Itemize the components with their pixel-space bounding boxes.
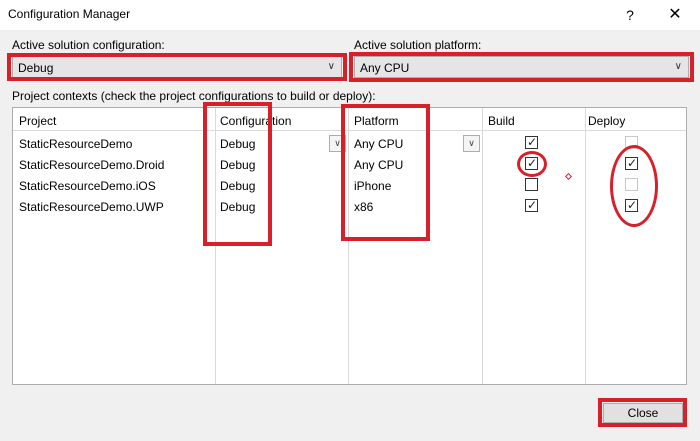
column-header-build[interactable]: Build [488,114,515,128]
table-row-project: StaticResourceDemo.iOS [19,179,156,193]
window-title: Configuration Manager [8,7,131,21]
table-row-project: StaticResourceDemo.UWP [19,200,164,214]
solution-platform-label: Active solution platform: [354,38,482,52]
column-header-project[interactable]: Project [19,114,56,128]
title-bar: Configuration Manager ? ✕ [0,0,700,30]
highlight-solution-config [7,53,347,81]
build-checkbox[interactable]: ✓ [525,198,538,212]
column-divider [585,108,586,384]
highlight-solution-platform [349,52,694,82]
table-row-project: StaticResourceDemo.Droid [19,158,165,172]
highlight-deploy-column [610,145,658,227]
column-divider [482,108,483,384]
highlight-configuration-column [203,102,272,246]
solution-config-label: Active solution configuration: [12,38,165,52]
build-checkbox[interactable]: ✓ [525,135,538,149]
highlight-platform-column [341,104,430,241]
help-button[interactable]: ? [615,3,645,27]
checkmark-icon: ✓ [527,198,538,212]
highlight-close-button [598,398,687,427]
column-header-deploy[interactable]: Deploy [588,114,625,128]
project-contexts-label: Project contexts (check the project conf… [12,89,376,103]
build-checkbox[interactable] [525,178,538,191]
table-row-project: StaticResourceDemo [19,137,133,151]
close-window-button[interactable]: ✕ [660,3,690,27]
highlight-droid-build [517,151,547,177]
platform-dropdown-arrow[interactable]: ∨ [463,135,480,152]
checkmark-icon: ✓ [527,135,538,149]
